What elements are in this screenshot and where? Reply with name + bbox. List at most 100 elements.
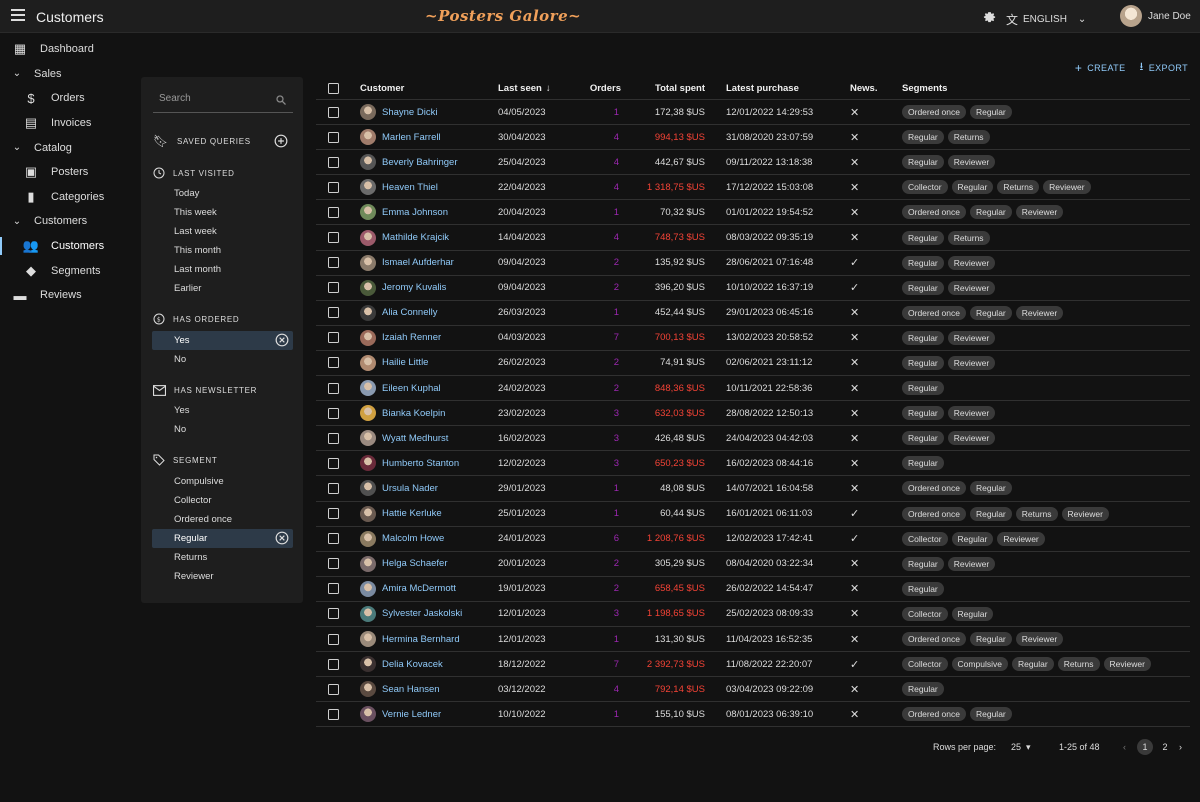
header-total-spent[interactable]: Total spent	[626, 77, 705, 99]
table-row[interactable]: Heaven Thiel 22/04/2023 4 1 318,75 $US 17/12…	[316, 175, 1190, 201]
segment-chip[interactable]: Regular	[902, 255, 944, 270]
customer-cell[interactable]: Malcolm Howe	[360, 527, 444, 551]
row-checkbox[interactable]	[328, 357, 339, 369]
table-row[interactable]: Amira McDermott 19/01/2023 2 658,45 $US 26/0…	[316, 577, 1190, 602]
filter-last-visited-this-month[interactable]: This month	[152, 241, 293, 260]
header-customer[interactable]: Customer	[360, 77, 404, 99]
row-checkbox[interactable]	[328, 156, 339, 168]
table-row[interactable]: Beverly Bahringer 25/04/2023 4 442,67 $US 09…	[316, 150, 1190, 176]
table-row[interactable]: Bianka Koelpin 23/02/2023 3 632,03 $US 28/08…	[316, 401, 1190, 427]
sidebar-item-invoices[interactable]: ▤ Invoices	[0, 111, 140, 136]
customer-cell[interactable]: Alia Connelly	[360, 301, 437, 325]
table-row[interactable]: Ursula Nader 29/01/2023 1 48,08 $US 14/07/20…	[316, 476, 1190, 502]
segment-chip[interactable]: Regular	[902, 230, 944, 245]
header-orders[interactable]: Orders	[574, 77, 621, 99]
row-checkbox[interactable]	[328, 106, 339, 118]
segment-chip[interactable]: Reviewer	[947, 406, 996, 421]
row-checkbox[interactable]	[328, 232, 339, 244]
segment-chip[interactable]: Regular	[902, 456, 944, 471]
row-checkbox[interactable]	[328, 558, 339, 570]
customer-cell[interactable]: Hermina Bernhard	[360, 627, 460, 651]
table-row[interactable]: Malcolm Howe 24/01/2023 6 1 208,76 $US 12/02…	[316, 527, 1190, 552]
row-checkbox[interactable]	[328, 583, 339, 595]
customer-cell[interactable]: Heaven Thiel	[360, 175, 438, 199]
segment-chip[interactable]: Returns	[947, 130, 990, 145]
customer-cell[interactable]: Marlen Farrell	[360, 125, 441, 149]
sidebar-item-reviews[interactable]: ▬ Reviews	[0, 283, 140, 308]
table-row[interactable]: Vernie Ledner 10/10/2022 1 155,10 $US 08/01/…	[316, 702, 1190, 728]
segment-chip[interactable]: Regular	[969, 305, 1012, 320]
menu-toggle-icon[interactable]	[11, 9, 25, 21]
segment-chip[interactable]: Reviewer	[1015, 205, 1064, 220]
row-checkbox[interactable]	[328, 482, 339, 494]
table-row[interactable]: Mathilde Krajcik 14/04/2023 4 748,73 $US 08/…	[316, 225, 1190, 251]
row-checkbox[interactable]	[328, 307, 339, 319]
row-checkbox[interactable]	[328, 708, 339, 720]
table-row[interactable]: Humberto Stanton 12/02/2023 3 650,23 $US 16/…	[316, 451, 1190, 477]
segment-chip[interactable]: Collector	[902, 180, 948, 195]
sidebar-item-sales-group[interactable]: ⌄ Sales	[0, 62, 140, 87]
customer-cell[interactable]: Jeromy Kuvalis	[360, 276, 446, 300]
segment-chip[interactable]: Regular	[902, 330, 944, 345]
row-checkbox[interactable]	[328, 608, 339, 620]
row-checkbox[interactable]	[328, 282, 339, 294]
row-checkbox[interactable]	[328, 181, 339, 193]
table-row[interactable]: Sylvester Jaskolski 12/01/2023 3 1 198,65 $…	[316, 602, 1190, 627]
filter-last-visited-earlier[interactable]: Earlier	[152, 279, 293, 298]
settings-gear-icon[interactable]	[982, 9, 997, 24]
segment-chip[interactable]: Reviewer	[1061, 506, 1109, 521]
segment-chip[interactable]: Regular	[951, 531, 994, 546]
customer-cell[interactable]: Humberto Stanton	[360, 451, 459, 475]
customer-cell[interactable]: Helga Schaefer	[360, 552, 447, 576]
table-row[interactable]: Eileen Kuphal 24/02/2023 2 848,36 $US 10/11/…	[316, 376, 1190, 402]
segment-chip[interactable]: Regular	[969, 481, 1012, 496]
customer-cell[interactable]: Shayne Dicki	[360, 100, 437, 124]
table-row[interactable]: Hermina Bernhard 12/01/2023 1 131,30 $US 11/…	[316, 627, 1190, 653]
customer-cell[interactable]: Hailie Little	[360, 351, 428, 375]
segment-chip[interactable]: Reviewer	[1015, 305, 1064, 320]
segment-chip[interactable]: Regular	[902, 381, 944, 396]
filter-segment-compulsive[interactable]: Compulsive	[152, 472, 293, 491]
customer-cell[interactable]: Izaiah Renner	[360, 326, 441, 350]
segment-chip[interactable]: Reviewer	[947, 330, 996, 345]
segment-chip[interactable]: Reviewer	[947, 155, 996, 170]
header-latest-purchase[interactable]: Latest purchase	[726, 77, 799, 99]
segment-chip[interactable]: Regular	[951, 180, 994, 195]
table-row[interactable]: Alia Connelly 26/03/2023 1 452,44 $US 29/01/…	[316, 301, 1190, 326]
customer-cell[interactable]: Vernie Ledner	[360, 702, 441, 726]
select-all-checkbox[interactable]	[328, 82, 339, 94]
customer-cell[interactable]: Sylvester Jaskolski	[360, 602, 462, 626]
filter-segment-regular[interactable]: Regular	[152, 529, 293, 548]
segment-chip[interactable]: Regular	[969, 506, 1012, 521]
segment-chip[interactable]: Ordered once	[902, 707, 966, 722]
row-checkbox[interactable]	[328, 633, 339, 645]
filter-segment-collector[interactable]: Collector	[152, 491, 293, 510]
sidebar-item-dashboard[interactable]: ▦ Dashboard	[0, 37, 140, 62]
customer-cell[interactable]: Ismael Aufderhar	[360, 251, 454, 275]
segment-chip[interactable]: Ordered once	[902, 205, 966, 220]
segment-chip[interactable]: Ordered once	[902, 506, 966, 521]
customer-cell[interactable]: Delia Kovacek	[360, 652, 443, 676]
segment-chip[interactable]: Collector	[902, 531, 948, 546]
sidebar-item-customers-group[interactable]: ⌄ Customers	[0, 209, 140, 234]
segment-chip[interactable]: Regular	[969, 707, 1012, 722]
filter-last-visited-this-week[interactable]: This week	[152, 203, 293, 222]
sidebar-item-posters[interactable]: ▣ Posters	[0, 160, 140, 185]
filter-last-visited-last-week[interactable]: Last week	[152, 222, 293, 241]
segment-chip[interactable]: Compulsive	[951, 657, 1008, 672]
table-row[interactable]: Helga Schaefer 20/01/2023 2 305,29 $US 08/04…	[316, 552, 1190, 577]
filter-last-visited-last-month[interactable]: Last month	[152, 260, 293, 279]
segment-chip[interactable]: Reviewer	[947, 255, 996, 270]
table-row[interactable]: Wyatt Medhurst 16/02/2023 3 426,48 $US 24/04…	[316, 426, 1190, 452]
search-input[interactable]	[159, 93, 269, 104]
customer-cell[interactable]: Beverly Bahringer	[360, 150, 458, 174]
customer-cell[interactable]: Hattie Kerluke	[360, 502, 442, 526]
search-field[interactable]	[153, 89, 293, 113]
row-checkbox[interactable]	[328, 432, 339, 444]
table-row[interactable]: Sean Hansen 03/12/2022 4 792,14 $US 03/04/20…	[316, 677, 1190, 703]
customer-cell[interactable]: Amira McDermott	[360, 577, 456, 601]
sidebar-item-catalog-group[interactable]: ⌄ Catalog	[0, 135, 140, 160]
segment-chip[interactable]: Collector	[902, 657, 948, 672]
filter-has-ordered-yes[interactable]: Yes	[152, 331, 293, 350]
filter-has-ordered-no[interactable]: No	[152, 350, 293, 369]
